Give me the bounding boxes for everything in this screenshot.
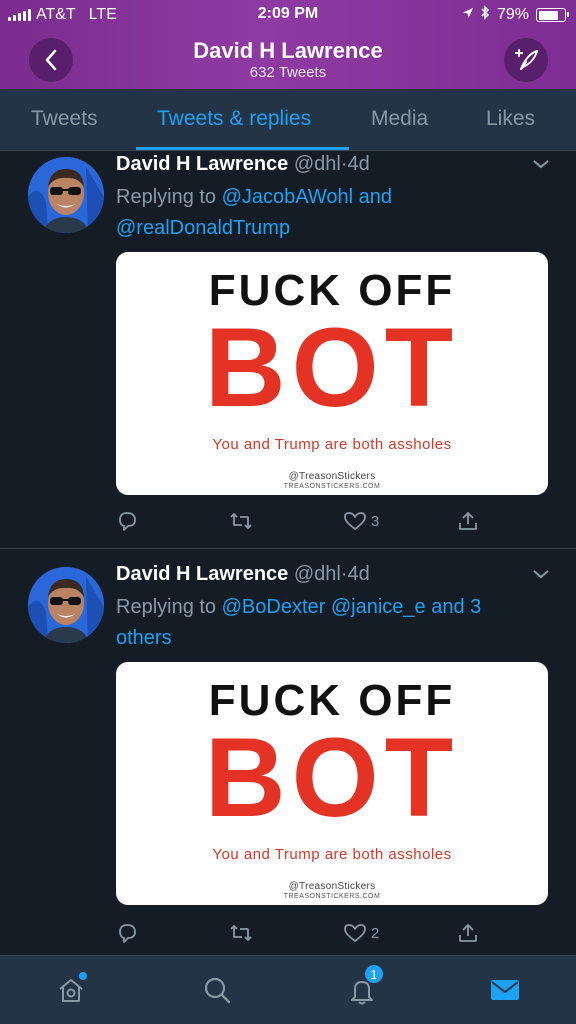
tweet-actions: 2: [116, 922, 536, 950]
author-name[interactable]: David H Lawrence: [116, 563, 288, 585]
sticker-main-word: BOT: [204, 305, 460, 430]
retweet-icon: [230, 925, 252, 941]
replying-joiner[interactable]: and: [431, 596, 464, 618]
share-icon: [459, 512, 477, 530]
like-count: 2: [371, 924, 380, 942]
tweet-count: 632 Tweets: [249, 64, 327, 81]
avatar-image: [28, 157, 104, 233]
replying-to: Replying to @JacobAWohl and @realDonaldT…: [116, 182, 536, 244]
tab-likes[interactable]: Likes: [486, 107, 535, 131]
sticker-caption: You and Trump are both assholes: [212, 846, 452, 863]
author-name[interactable]: David H Lawrence: [116, 153, 288, 175]
tweet-media-image[interactable]: FUCK OFF BOT You and Trump are both assh…: [116, 662, 548, 905]
like-button[interactable]: 3: [343, 510, 379, 532]
sticker-main-word: BOT: [204, 715, 460, 840]
like-count: 3: [371, 512, 380, 530]
mention-link[interactable]: @JacobAWohl: [222, 186, 353, 208]
sticker-caption: You and Trump are both assholes: [212, 436, 452, 453]
mention-link[interactable]: @realDonaldTrump: [116, 217, 290, 239]
heart-icon: [344, 512, 366, 530]
compose-button[interactable]: [504, 38, 548, 82]
tweet-media-image[interactable]: FUCK OFF BOT You and Trump are both assh…: [116, 252, 548, 495]
separator: ·: [340, 153, 348, 175]
sticker-url: TREASONSTICKERS.COM: [283, 483, 381, 490]
nav-messages[interactable]: [485, 970, 525, 1010]
replying-prefix: Replying to: [116, 186, 217, 208]
tab-tweets-and-replies[interactable]: Tweets & replies: [157, 107, 311, 131]
avatar-image: [28, 567, 104, 643]
reply-button[interactable]: [116, 510, 138, 532]
share-icon: [459, 924, 477, 942]
notification-badge: 1: [364, 964, 384, 984]
reply-icon: [119, 512, 136, 531]
location-icon: [462, 6, 474, 24]
nav-home[interactable]: [51, 970, 91, 1010]
tweet-divider: [0, 548, 576, 549]
like-button[interactable]: 2: [343, 922, 379, 944]
separator: ·: [340, 563, 348, 585]
tab-media[interactable]: Media: [371, 107, 428, 131]
sticker-credit: @TreasonStickers: [288, 471, 376, 482]
tweet-time: 4d: [347, 153, 370, 175]
bottom-tab-bar: 1: [0, 955, 576, 1024]
messages-icon: [491, 980, 519, 1000]
profile-name-title: David H Lawrence: [193, 38, 383, 63]
new-content-dot: [79, 972, 87, 980]
status-bar: AT&T LTE 2:09 PM 79%: [0, 0, 576, 30]
reply-button[interactable]: [116, 922, 138, 944]
share-button[interactable]: [457, 510, 479, 532]
tweet-time: 4d: [347, 563, 370, 585]
profile-header: AT&T LTE 2:09 PM 79% David H Lawrence 63…: [0, 0, 576, 89]
author-handle: @dhl: [293, 563, 341, 585]
replying-joiner[interactable]: and: [359, 186, 392, 208]
tweet-menu-button[interactable]: [532, 567, 550, 585]
battery-percent: 79%: [496, 6, 529, 23]
retweet-button[interactable]: [228, 510, 254, 532]
nav-search[interactable]: [197, 970, 237, 1010]
mention-link[interactable]: @BoDexter: [222, 596, 326, 618]
compose-tweet-icon: [515, 49, 538, 70]
sticker-credit: @TreasonStickers: [288, 881, 376, 892]
avatar[interactable]: [28, 567, 104, 643]
retweet-icon: [230, 513, 252, 529]
replying-prefix: Replying to: [116, 596, 217, 618]
avatar[interactable]: [28, 157, 104, 233]
mention-link[interactable]: @janice_e: [331, 596, 426, 618]
tab-tweets[interactable]: Tweets: [31, 107, 98, 131]
sticker-url: TREASONSTICKERS.COM: [283, 893, 381, 900]
active-tab-indicator: [136, 147, 349, 150]
profile-tabs: Tweets Tweets & replies Media Likes: [0, 89, 576, 151]
battery-icon: [536, 8, 569, 22]
tweet-header: David H Lawrence @dhl·4d: [116, 563, 370, 586]
nav-notifications[interactable]: 1: [342, 964, 384, 1010]
status-right: 79%: [462, 5, 569, 25]
chevron-down-icon: [533, 570, 549, 579]
tweet[interactable]: David H Lawrence @dhl·4d Replying to @Bo…: [0, 561, 576, 955]
tweet[interactable]: David H Lawrence @dhl·4d Replying to @Ja…: [0, 151, 576, 547]
replying-to: Replying to @BoDexter @janice_e and 3 ot…: [116, 592, 536, 654]
retweet-button[interactable]: [228, 922, 254, 944]
tweet-header: David H Lawrence @dhl·4d: [116, 153, 370, 176]
heart-icon: [344, 924, 366, 942]
search-icon: [204, 977, 231, 1004]
author-handle: @dhl: [293, 153, 341, 175]
share-button[interactable]: [457, 922, 479, 944]
bluetooth-icon: [481, 5, 490, 25]
chevron-down-icon: [533, 160, 549, 169]
reply-icon: [119, 924, 136, 943]
tweet-actions: 3: [116, 510, 536, 538]
tweet-menu-button[interactable]: [532, 157, 550, 175]
